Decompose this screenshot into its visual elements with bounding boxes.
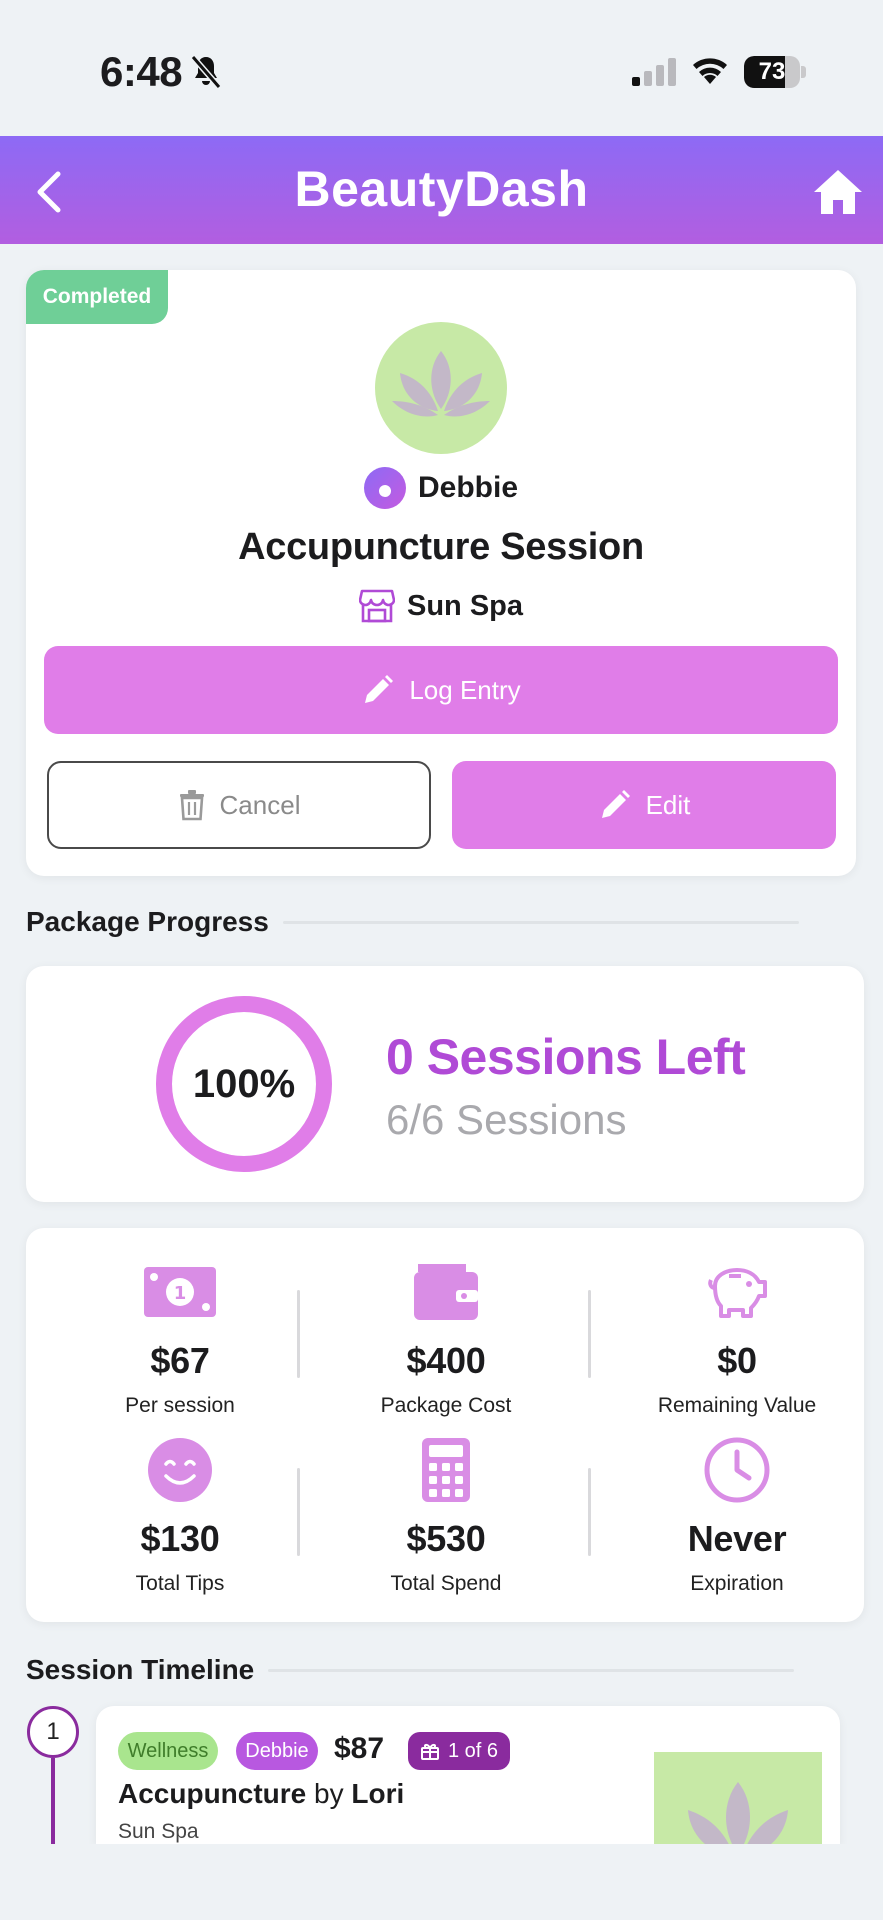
package-progress-card: 100% 0 Sessions Left 6/6 Sessions bbox=[26, 966, 864, 1202]
location-name: Sun Spa bbox=[406, 589, 523, 622]
trash-icon bbox=[179, 790, 204, 821]
svg-text:1: 1 bbox=[174, 1283, 187, 1304]
stat-value: $530 bbox=[406, 1518, 486, 1559]
timeline-connector bbox=[51, 1758, 55, 1848]
entry-by: by bbox=[314, 1778, 344, 1809]
stat-divider bbox=[297, 1468, 300, 1556]
package-badge-label: 1 of 6 bbox=[447, 1739, 499, 1762]
stat-package-cost: $400 Package Cost bbox=[321, 1258, 571, 1418]
section-divider bbox=[282, 920, 799, 924]
stat-value: $400 bbox=[406, 1340, 486, 1381]
money-icon: 1 bbox=[144, 1267, 216, 1317]
log-entry-button[interactable]: Log Entry bbox=[44, 646, 838, 734]
stat-total-spend: $530 Total Spend bbox=[321, 1436, 571, 1596]
sessions-count: 6/6 Sessions bbox=[386, 1096, 627, 1143]
edit-label: Edit bbox=[645, 789, 691, 820]
sessions-left: 0 Sessions Left bbox=[386, 1029, 746, 1085]
stat-label: Per session bbox=[125, 1394, 235, 1417]
stat-label: Package Cost bbox=[380, 1394, 512, 1417]
entry-title: Accupuncture by Lori bbox=[118, 1778, 404, 1810]
provider-row: Debbie bbox=[26, 466, 856, 510]
package-progress-header: Package Progress bbox=[26, 902, 799, 942]
entry-location: Sun Spa bbox=[118, 1820, 199, 1843]
stat-divider bbox=[297, 1290, 300, 1378]
stat-label: Total Spend bbox=[390, 1572, 502, 1595]
bell-off-icon bbox=[190, 55, 222, 89]
pencil-icon bbox=[365, 675, 394, 703]
stat-value: $130 bbox=[140, 1518, 220, 1559]
provider-name: Debbie bbox=[417, 471, 519, 504]
calculator-icon bbox=[422, 1438, 470, 1502]
stat-divider bbox=[588, 1290, 591, 1378]
status-bar: 6:48 73 bbox=[0, 0, 883, 136]
stat-total-tips: $130 Total Tips bbox=[55, 1436, 305, 1596]
stat-label: Expiration bbox=[690, 1572, 784, 1595]
app-title: BeautyDash bbox=[294, 161, 589, 217]
section-divider bbox=[268, 1668, 795, 1672]
entry-service: Accupuncture bbox=[118, 1778, 307, 1809]
session-timeline-header: Session Timeline bbox=[26, 1650, 795, 1690]
bottom-safe-area bbox=[0, 1844, 883, 1920]
wallet-icon bbox=[414, 1264, 478, 1320]
location-row: Sun Spa bbox=[26, 586, 856, 626]
status-time: 6:48 bbox=[100, 48, 183, 95]
stat-value: Never bbox=[687, 1518, 787, 1559]
edit-button[interactable]: Edit bbox=[452, 761, 836, 849]
timeline-entry-card[interactable]: Wellness Debbie $87 1 of 6 Accupuncture … bbox=[96, 1706, 840, 1846]
gift-icon bbox=[420, 1744, 439, 1760]
storefront-icon bbox=[358, 589, 395, 623]
lotus-icon bbox=[688, 1782, 788, 1846]
stat-value: $0 bbox=[717, 1340, 757, 1381]
stat-divider bbox=[588, 1468, 591, 1556]
stat-per-session: 1 $67 Per session bbox=[55, 1258, 305, 1418]
home-button[interactable] bbox=[810, 164, 866, 220]
stat-value: $67 bbox=[150, 1340, 210, 1381]
entry-staff: Lori bbox=[351, 1778, 405, 1809]
smile-icon bbox=[148, 1438, 212, 1502]
pencil-icon bbox=[601, 790, 630, 818]
battery-indicator: 73 bbox=[744, 56, 806, 88]
provider-avatar bbox=[363, 467, 406, 509]
package-badge: 1 of 6 bbox=[408, 1732, 510, 1770]
cancel-button[interactable]: Cancel bbox=[47, 761, 431, 849]
app-header: BeautyDash bbox=[0, 136, 883, 244]
entry-price: $87 bbox=[334, 1732, 385, 1765]
service-avatar bbox=[375, 322, 507, 454]
stat-label: Remaining Value bbox=[657, 1394, 817, 1417]
stat-label: Total Tips bbox=[135, 1572, 225, 1595]
cellular-signal-icon bbox=[632, 58, 676, 86]
log-entry-label: Log Entry bbox=[409, 674, 521, 705]
battery-percent: 73 bbox=[758, 58, 786, 85]
section-title: Package Progress bbox=[26, 906, 269, 937]
lotus-icon bbox=[392, 351, 490, 417]
progress-percent: 100% bbox=[192, 1061, 296, 1106]
stat-remaining-value: $0 Remaining Value bbox=[612, 1258, 862, 1418]
cancel-label: Cancel bbox=[219, 789, 301, 820]
section-title: Session Timeline bbox=[26, 1654, 255, 1685]
stat-expiration: Never Expiration bbox=[612, 1436, 862, 1596]
timeline-step-marker: 1 bbox=[27, 1706, 79, 1758]
service-title: Accupuncture Session bbox=[238, 526, 644, 568]
booking-card: Completed Debbie Accupuncture Session Su… bbox=[26, 270, 856, 876]
piggy-bank-icon bbox=[708, 1268, 767, 1318]
clock-icon bbox=[704, 1437, 770, 1503]
category-badge: Wellness bbox=[118, 1732, 218, 1770]
provider-badge: Debbie bbox=[236, 1732, 318, 1770]
package-stats-card: 1 $67 Per session $400 Package Cost $0 R… bbox=[26, 1228, 864, 1622]
entry-thumbnail bbox=[654, 1752, 822, 1846]
status-badge: Completed bbox=[26, 270, 168, 324]
wifi-icon bbox=[693, 58, 727, 84]
